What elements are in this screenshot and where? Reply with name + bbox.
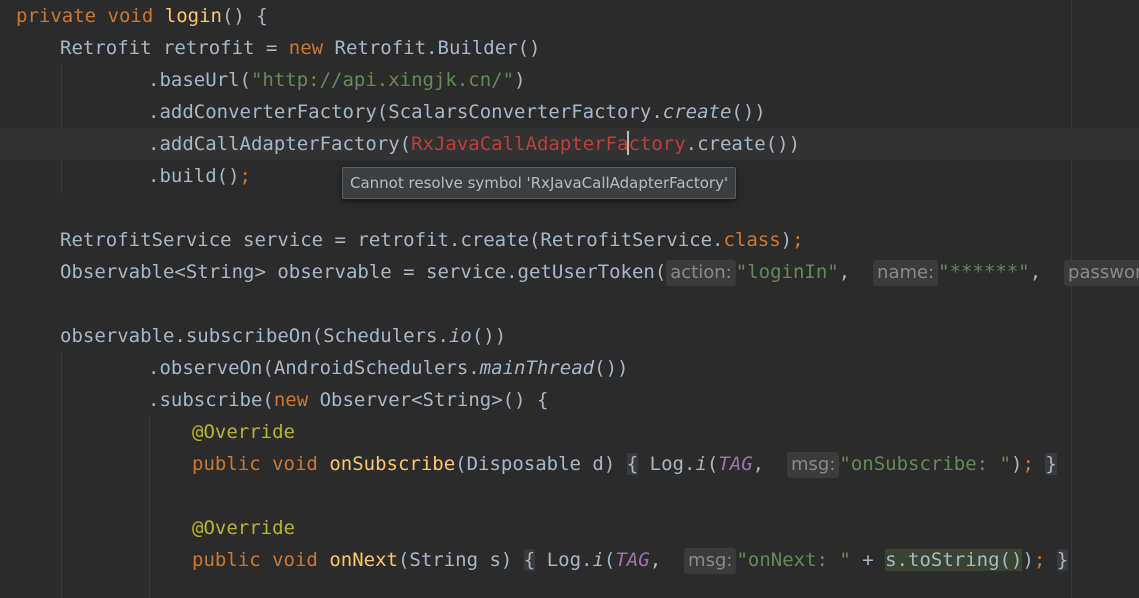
- code-line-1: private void login() {: [16, 0, 268, 32]
- code-text: ): [1022, 549, 1034, 571]
- code-text: (: [706, 453, 719, 475]
- static-method: io: [448, 325, 472, 347]
- static-method: i: [695, 453, 707, 475]
- code-text: .create()): [685, 133, 801, 155]
- code-text: (Disposable d): [455, 453, 627, 475]
- indent-guide: [149, 416, 150, 598]
- method-name: onSubscribe: [329, 453, 456, 475]
- code-text: .addConverterFactory(ScalarsConverterFac…: [148, 101, 663, 123]
- string-literal: "loginIn": [735, 261, 839, 283]
- code-text: ()): [594, 357, 629, 379]
- constant: TAG: [718, 453, 753, 475]
- keyword: new: [288, 37, 324, 59]
- constant: TAG: [615, 549, 650, 571]
- error-tooltip: Cannot resolve symbol 'RxJavaCallAdapter…: [342, 167, 737, 199]
- right-margin-guide: [1071, 0, 1072, 598]
- annotation: @Override: [192, 517, 295, 539]
- fold-brace[interactable]: }: [1045, 453, 1057, 475]
- string-literal: "http://api.xingjk.cn/": [250, 69, 515, 91]
- code-text: ()): [471, 325, 507, 347]
- code-text: +: [850, 549, 886, 571]
- code-line-17: @Override: [192, 512, 295, 544]
- code-text: ,: [649, 549, 673, 571]
- keyword: public: [192, 549, 261, 571]
- code-line-14: @Override: [192, 416, 295, 448]
- semicolon: ;: [1033, 549, 1046, 571]
- code-line-12: .observeOn(AndroidSchedulers.mainThread(…: [148, 352, 628, 384]
- highlighted-expression: s.toString(): [885, 549, 1023, 571]
- fold-brace[interactable]: {: [626, 453, 639, 475]
- string-literal: "onNext: ": [736, 549, 851, 571]
- string-literal: "******": [938, 261, 1030, 283]
- code-text: Observer<String>() {: [308, 389, 549, 411]
- fold-brace[interactable]: {: [523, 549, 536, 571]
- static-method: mainThread: [479, 357, 595, 379]
- code-text: ,: [752, 453, 776, 475]
- static-method: create: [662, 101, 732, 123]
- code-text: (: [603, 549, 616, 571]
- code-text: observable.subscribeOn(Schedulers.: [60, 325, 449, 347]
- code-text: ): [514, 69, 526, 91]
- unresolved-symbol[interactable]: RxJavaCallAdapterFa: [411, 133, 628, 155]
- code-text: Observable<String> observable = service.…: [60, 261, 667, 283]
- keyword: void: [272, 549, 318, 571]
- code-text: .build(): [148, 165, 240, 187]
- method-name: login: [164, 5, 222, 27]
- parameter-hint: name:: [873, 260, 939, 286]
- semicolon: ;: [1022, 453, 1034, 475]
- code-text: Retrofit.Builder(): [323, 37, 541, 59]
- code-text: (String s): [397, 549, 524, 571]
- code-text: ()): [731, 101, 766, 123]
- code-line-15: public void onSubscribe(Disposable d) { …: [192, 448, 1057, 480]
- code-text: Log.: [535, 549, 593, 571]
- code-text: ): [780, 229, 793, 251]
- keyword: void: [107, 5, 154, 27]
- keyword: new: [273, 389, 309, 411]
- keyword: public: [192, 453, 261, 475]
- code-line-6: .build();: [148, 160, 251, 192]
- string-literal: "onSubscribe: ": [839, 453, 1011, 475]
- code-text: ,: [1029, 261, 1053, 283]
- code-line-5: .addCallAdapterFactory(RxJavaCallAdapter…: [148, 128, 800, 160]
- static-method: i: [592, 549, 604, 571]
- code-text: .baseUrl(: [148, 69, 251, 91]
- code-line-3: .baseUrl("http://api.xingjk.cn/"): [148, 64, 526, 96]
- code-text: ,: [838, 261, 862, 283]
- code-text: Retrofit retrofit =: [60, 37, 289, 59]
- code-text: () {: [221, 5, 268, 27]
- code-line-13: .subscribe(new Observer<String>() {: [148, 384, 548, 416]
- code-text: RetrofitService service = retrofit.creat…: [60, 229, 724, 251]
- semicolon: ;: [792, 229, 804, 251]
- unresolved-symbol[interactable]: ctory: [628, 133, 685, 155]
- code-line-9: Observable<String> observable = service.…: [60, 256, 1139, 288]
- code-line-8: RetrofitService service = retrofit.creat…: [60, 224, 804, 256]
- keyword: private: [16, 5, 97, 27]
- parameter-hint: msg:: [786, 452, 840, 478]
- parameter-hint: password:: [1064, 260, 1139, 286]
- semicolon: ;: [239, 165, 251, 187]
- parameter-hint: msg:: [684, 548, 737, 574]
- code-text: .addCallAdapterFactory(: [148, 133, 412, 155]
- code-editor[interactable]: private void login() { Retrofit retrofit…: [0, 0, 1139, 598]
- method-name: onNext: [329, 549, 398, 571]
- code-text: Log.: [638, 453, 696, 475]
- keyword: class: [723, 229, 781, 251]
- indent-guide: [61, 352, 62, 598]
- code-line-11: observable.subscribeOn(Schedulers.io()): [60, 320, 506, 352]
- code-text: ): [1010, 453, 1023, 475]
- keyword: void: [272, 453, 318, 475]
- annotation: @Override: [192, 421, 295, 443]
- code-text: .subscribe(: [148, 389, 274, 411]
- code-line-2: Retrofit retrofit = new Retrofit.Builder…: [60, 32, 540, 64]
- code-text: .observeOn(AndroidSchedulers.: [148, 357, 480, 379]
- parameter-hint: action:: [666, 260, 736, 286]
- code-line-18: public void onNext(String s) { Log.i(TAG…: [192, 544, 1069, 576]
- fold-brace[interactable]: }: [1056, 549, 1069, 571]
- code-line-4: .addConverterFactory(ScalarsConverterFac…: [148, 96, 766, 128]
